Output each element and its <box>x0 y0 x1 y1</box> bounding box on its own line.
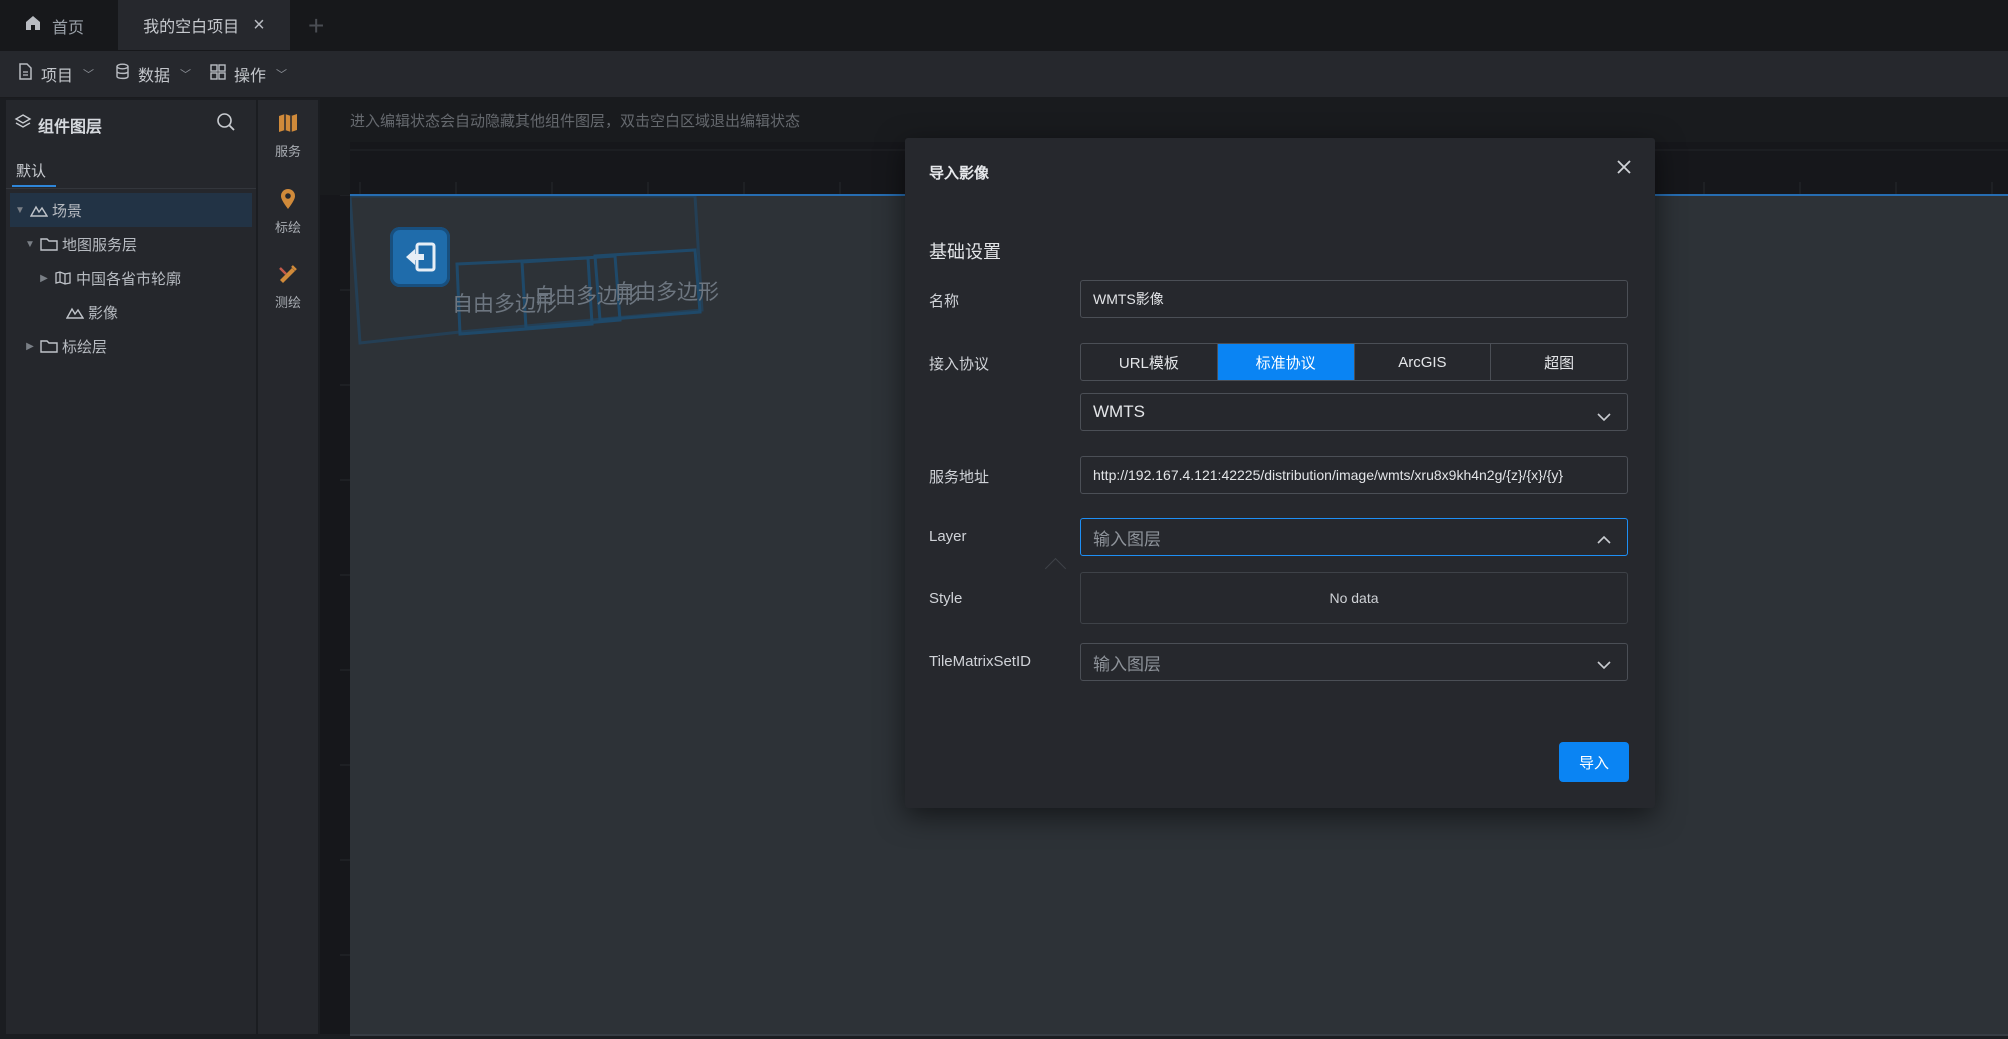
plus-icon: + <box>308 9 325 41</box>
tree-item-label: 场景 <box>52 202 83 220</box>
tree-item-label: 地图服务层 <box>62 236 138 254</box>
dialog-title: 导入影像 <box>929 165 990 182</box>
style-label: Style <box>929 590 963 607</box>
tree-item-map-service-layer[interactable]: ▼ 地图服务层 <box>6 227 256 261</box>
exit-edit-button[interactable] <box>390 227 450 287</box>
grid-icon <box>210 63 226 85</box>
tool-service[interactable]: 服务 <box>258 112 318 160</box>
edit-hint: 进入编辑状态会自动隐藏其他组件图层，双击空白区域退出编辑状态 <box>350 113 801 130</box>
caret-right-icon[interactable]: ▶ <box>24 341 36 352</box>
close-tab-icon[interactable]: × <box>253 14 265 37</box>
terrain-icon <box>30 202 48 218</box>
caret-down-icon[interactable]: ▼ <box>14 205 26 216</box>
tool-measure-label: 测绘 <box>274 295 301 310</box>
measure-icon <box>277 263 299 288</box>
tab-bar: 首页 我的空白项目 × + <box>0 0 2008 51</box>
home-icon <box>24 14 42 37</box>
menu-data[interactable]: 数据 ﹀ <box>115 51 191 97</box>
exit-icon <box>406 242 436 272</box>
tree-item-label: 影像 <box>88 304 119 322</box>
tile-matrix-set-placeholder: 输入图层 <box>1093 654 1161 674</box>
service-url-label: 服务地址 <box>929 469 990 486</box>
layer-placeholder: 输入图层 <box>1093 529 1161 549</box>
tool-plot-label: 标绘 <box>274 220 301 235</box>
layer-select[interactable]: 输入图层 <box>1080 518 1628 556</box>
layer-panel-title: 组件图层 <box>38 119 103 136</box>
import-button[interactable]: 导入 <box>1559 742 1629 782</box>
polygon-label: 自由多边形 <box>614 281 719 304</box>
layer-panel-tabs: 默认 <box>6 150 256 189</box>
database-icon <box>115 63 130 85</box>
tool-strip: 服务 标绘 测绘 <box>258 100 318 1034</box>
service-type-value: WMTS <box>1093 402 1145 421</box>
tool-service-label: 服务 <box>274 144 301 159</box>
menu-operation[interactable]: 操作 ﹀ <box>210 51 287 97</box>
dropdown-empty-text: No data <box>1329 590 1379 606</box>
protocol-option-supermap[interactable]: 超图 <box>1490 344 1627 380</box>
chevron-down-icon <box>1597 407 1611 427</box>
tab-project[interactable]: 我的空白项目 × <box>118 0 290 50</box>
search-icon[interactable] <box>216 112 236 137</box>
document-icon <box>18 63 33 85</box>
tab-project-label: 我的空白项目 <box>143 19 240 36</box>
tab-default[interactable]: 默认 <box>16 160 46 181</box>
service-type-select[interactable]: WMTS <box>1080 393 1628 431</box>
close-dialog-button[interactable] <box>1613 156 1635 178</box>
service-url-value: http://192.167.4.121:42225/distribution/… <box>1093 467 1564 483</box>
caret-down-icon[interactable]: ▼ <box>24 239 36 250</box>
folder-icon <box>40 338 58 354</box>
menu-data-label: 数据 <box>138 68 171 85</box>
location-pin-icon <box>278 188 298 213</box>
protocol-option-url-template[interactable]: URL模板 <box>1081 344 1217 380</box>
import-imagery-dialog: 导入影像 基础设置 名称 WMTS影像 接入协议 URL模板 标准协议 ArcG… <box>905 138 1655 808</box>
chevron-down-icon <box>1597 657 1611 673</box>
protocol-label: 接入协议 <box>929 356 990 373</box>
chevron-down-icon: ﹀ <box>276 69 288 81</box>
menu-project[interactable]: 项目 ﹀ <box>18 51 94 97</box>
tile-matrix-set-select[interactable]: 输入图层 <box>1080 643 1628 681</box>
protocol-option-standard[interactable]: 标准协议 <box>1216 344 1354 380</box>
layer-dropdown: No data <box>1080 572 1628 624</box>
tile-matrix-set-label: TileMatrixSetID <box>929 653 1031 670</box>
map-icon <box>54 270 72 286</box>
map-icon <box>277 112 299 137</box>
tree-item-scene[interactable]: ▼ 场景 <box>10 193 252 227</box>
layer-label: Layer <box>929 528 967 545</box>
layer-panel: 组件图层 默认 ▼ 场景 ▼ 地图服务层 ▶ 中国各省市轮廓 影像 ▶ 标绘层 <box>6 100 256 1034</box>
tree-item-province-outline[interactable]: ▶ 中国各省市轮廓 <box>6 261 256 295</box>
folder-icon <box>40 236 58 252</box>
service-url-field[interactable]: http://192.167.4.121:42225/distribution/… <box>1080 456 1628 494</box>
menu-project-label: 项目 <box>41 68 74 85</box>
close-icon <box>1617 160 1631 174</box>
menu-operation-label: 操作 <box>234 68 267 85</box>
protocol-option-arcgis[interactable]: ArcGIS <box>1353 344 1491 380</box>
name-field[interactable]: WMTS影像 <box>1080 280 1628 318</box>
protocol-segmented-control: URL模板 标准协议 ArcGIS 超图 <box>1080 343 1628 381</box>
terrain-icon <box>66 304 84 320</box>
chevron-up-icon <box>1597 532 1611 548</box>
tab-home[interactable]: 首页 <box>24 0 84 51</box>
tree-item-label: 标绘层 <box>62 338 108 356</box>
caret-right-icon[interactable]: ▶ <box>38 273 50 284</box>
chevron-down-icon: ﹀ <box>180 69 192 81</box>
tree-item-label: 中国各省市轮廓 <box>76 270 182 288</box>
name-value: WMTS影像 <box>1093 291 1164 307</box>
add-tab-button[interactable]: + <box>308 0 324 51</box>
tool-measure[interactable]: 测绘 <box>258 263 318 311</box>
layer-panel-header: 组件图层 <box>6 100 256 146</box>
vertical-ruler <box>320 194 351 1034</box>
tab-indicator <box>12 185 56 187</box>
tab-home-label: 首页 <box>52 19 85 37</box>
tool-plot[interactable]: 标绘 <box>258 188 318 236</box>
name-label: 名称 <box>929 293 960 310</box>
tree-item-plot-layer[interactable]: ▶ 标绘层 <box>6 329 256 363</box>
layers-icon <box>14 113 32 136</box>
tree-item-imagery[interactable]: 影像 <box>6 295 256 329</box>
chevron-down-icon: ﹀ <box>83 69 95 81</box>
menu-bar: 项目 ﹀ 数据 ﹀ 操作 ﹀ <box>0 51 2008 98</box>
section-basic-settings: 基础设置 <box>929 242 1001 262</box>
